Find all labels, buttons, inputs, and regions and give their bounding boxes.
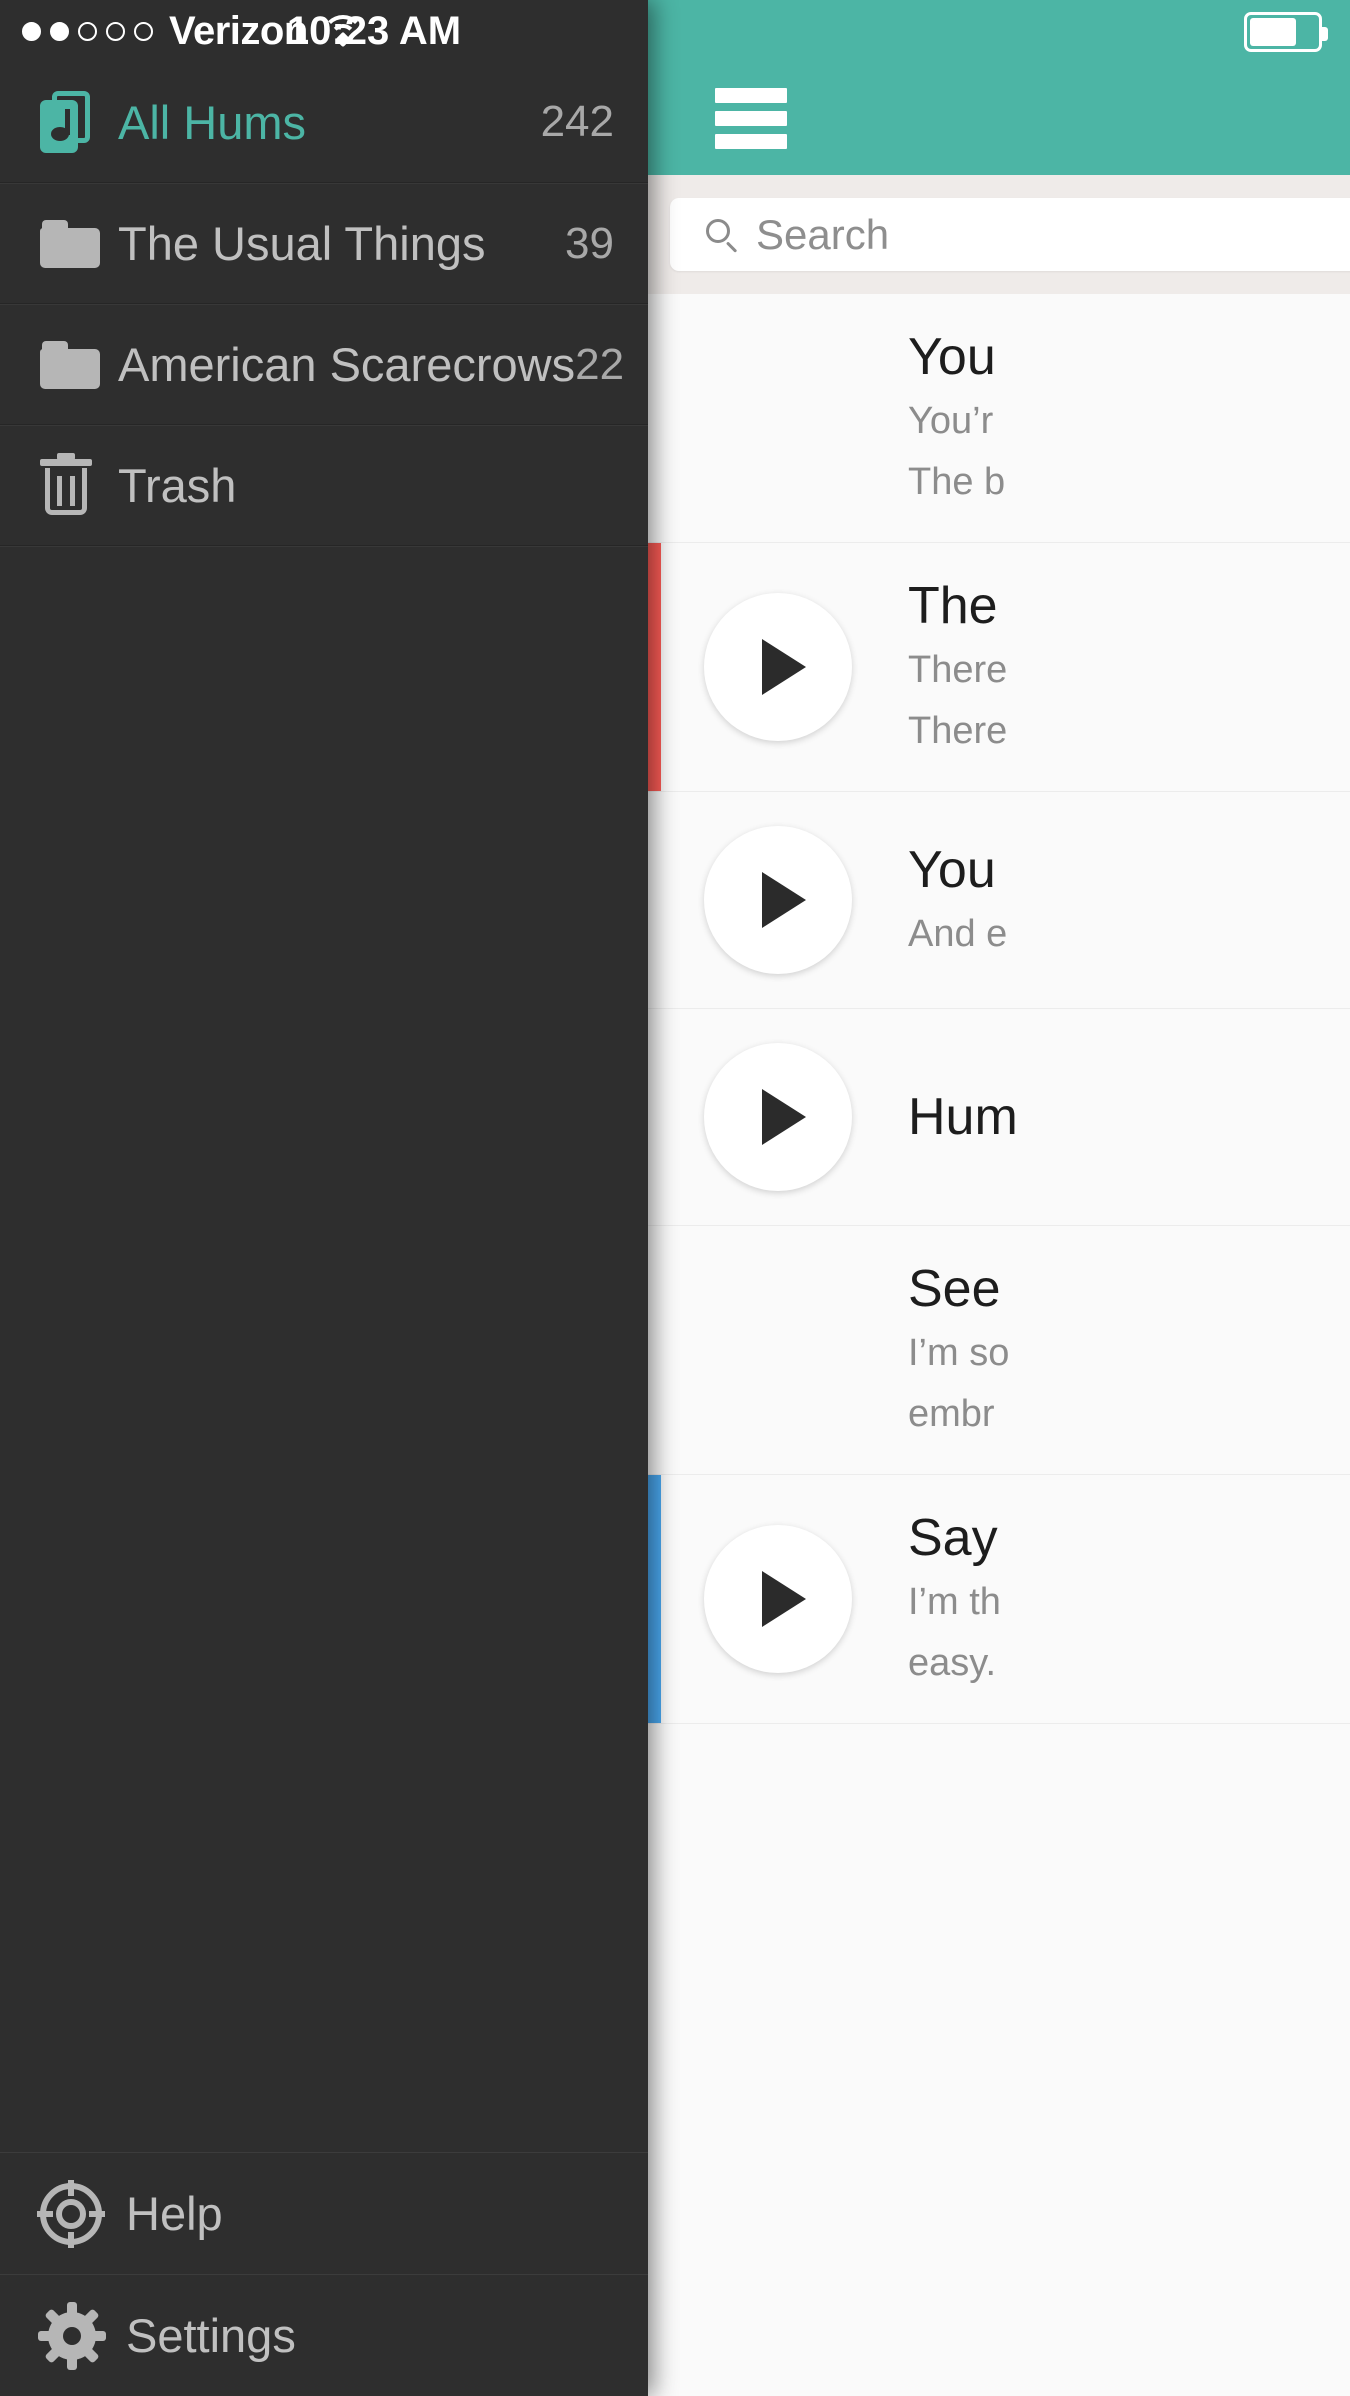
- sidebar-item-label: Trash: [118, 459, 237, 512]
- hum-list-item[interactable]: You And e: [648, 792, 1350, 1010]
- sidebar-footer: Help Settings: [0, 2152, 648, 2396]
- search-bar-container: Search: [648, 175, 1350, 294]
- play-button-slot: [648, 1525, 908, 1674]
- search-icon: [704, 217, 740, 253]
- hum-list-item[interactable]: Hum: [648, 1009, 1350, 1227]
- hum-snippet-line: There: [908, 649, 1008, 692]
- sidebar-item-the-usual-things[interactable]: The Usual Things 39: [0, 183, 648, 304]
- hum-title: See: [908, 1260, 1001, 1319]
- sidebar-item-count: 242: [540, 97, 614, 146]
- hum-snippet-line: I’m th: [908, 1581, 1001, 1624]
- hums-stack-icon: [40, 91, 118, 153]
- sidebar-item-count: 22: [575, 339, 625, 389]
- hum-accent-bar: [648, 543, 661, 792]
- hum-text-block: The There There: [908, 577, 1350, 757]
- hum-text-block: Hum: [908, 1088, 1350, 1146]
- hum-list-item[interactable]: The There There: [648, 543, 1350, 793]
- hum-snippet-line: There: [908, 710, 1008, 753]
- sidebar-item-label: American Scarecrows: [118, 338, 576, 391]
- battery-icon: [1244, 12, 1328, 52]
- hum-snippet-line: The b: [908, 461, 1006, 504]
- sidebar-item-settings[interactable]: Settings: [0, 2274, 648, 2396]
- sidebar-item-all-hums[interactable]: All Hums 242: [0, 62, 648, 183]
- hum-snippet-line: And e: [908, 912, 1008, 955]
- hum-snippet-line: You’r: [908, 400, 994, 443]
- hum-title: Hum: [908, 1087, 1018, 1146]
- status-bar: Verizon 10:23 AM: [0, 0, 648, 62]
- play-button-slot: [648, 1043, 908, 1192]
- sidebar-item-trash[interactable]: Trash: [0, 425, 648, 546]
- play-icon[interactable]: [704, 1525, 852, 1674]
- sidebar-item-american-scarecrows[interactable]: American Scarecrows 22: [0, 304, 648, 425]
- sidebar-item-label: Settings: [126, 2309, 296, 2362]
- play-icon[interactable]: [704, 593, 852, 742]
- carrier-label: Verizon: [169, 8, 308, 53]
- hum-list-item[interactable]: Say I’m th easy.: [648, 1475, 1350, 1725]
- hum-accent-bar: [648, 1475, 661, 1724]
- help-icon: [37, 2179, 126, 2248]
- sidebar-item-count: 39: [565, 218, 614, 268]
- gear-icon: [38, 2301, 126, 2370]
- wifi-icon: [321, 15, 364, 48]
- hum-text-block: You And e: [908, 841, 1350, 960]
- app-header: [648, 0, 1350, 175]
- hum-text-block: See I’m so embr: [908, 1260, 1350, 1440]
- sidebar-item-help[interactable]: Help: [0, 2152, 648, 2274]
- content-panel: Search You You’r The b The There There You And …: [648, 0, 1350, 2396]
- play-icon[interactable]: [704, 1043, 852, 1192]
- play-icon[interactable]: [704, 826, 852, 975]
- folder-icon: [40, 219, 118, 268]
- hum-title: You: [908, 840, 996, 899]
- hum-snippet-line: easy.: [908, 1642, 997, 1685]
- sidebar-item-label: Help: [126, 2187, 223, 2240]
- hum-title: You: [908, 328, 996, 386]
- folder-icon: [40, 340, 118, 389]
- trash-icon: [40, 452, 118, 515]
- search-placeholder: Search: [756, 210, 890, 258]
- sidebar-item-label: The Usual Things: [118, 217, 486, 270]
- play-button-slot: [648, 826, 908, 975]
- hum-snippet-line: I’m so: [908, 1332, 1010, 1375]
- hum-title: Say: [908, 1509, 998, 1568]
- hum-list-item[interactable]: See I’m so embr: [648, 1226, 1350, 1476]
- hum-text-block: You You’r The b: [908, 328, 1350, 508]
- hum-title: The: [908, 577, 998, 636]
- play-button-slot: [648, 593, 908, 742]
- hum-list-item[interactable]: You You’r The b: [648, 294, 1350, 544]
- hamburger-menu-icon[interactable]: [715, 88, 787, 150]
- signal-strength-icon: [22, 21, 153, 41]
- sidebar-item-label: All Hums: [118, 95, 307, 149]
- sidebar-empty-space: [0, 546, 648, 2152]
- hum-list: You You’r The b The There There You And e Hum See…: [648, 294, 1350, 1725]
- sidebar-drawer: Verizon 10:23 AM All Hums 242 The Usual …: [0, 0, 648, 2396]
- hum-text-block: Say I’m th easy.: [908, 1509, 1350, 1689]
- hum-snippet-line: embr: [908, 1393, 995, 1436]
- search-input[interactable]: Search: [670, 198, 1350, 271]
